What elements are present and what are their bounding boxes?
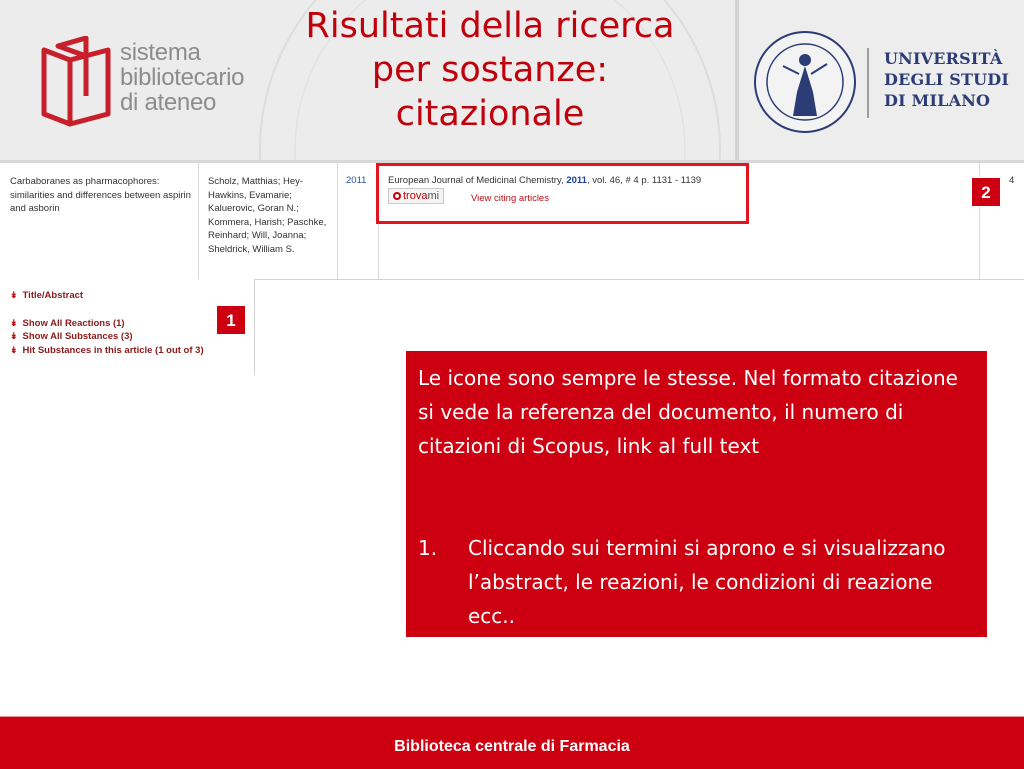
title-line-3: citazionale [395,94,585,134]
logo-line-2: bibliotecario [120,64,245,91]
link-label: Show All Substances (3) [22,331,133,342]
result-title[interactable]: Carbaboranes as pharmacophores: similari… [10,175,195,216]
link-label: Title/Abstract [22,290,84,301]
double-chevron-down-icon: ↡ [10,345,18,355]
link-show-all-substances[interactable]: ↡ Show All Substances (3) [10,331,133,342]
link-show-all-reactions[interactable]: ↡ Show All Reactions (1) [10,318,125,329]
double-chevron-down-icon: ↡ [10,290,18,300]
citation-highlight-box [376,163,749,224]
footer-text: Biblioteca centrale di Farmacia [394,738,630,755]
list-item-number: 1. [418,536,438,560]
slide-title: Risultati della ricerca per sostanze: ci… [258,4,722,136]
link-hit-substances[interactable]: ↡ Hit Substances in this article (1 out o… [10,345,204,356]
result-authors: Scholz, Matthias; Hey-Hawkins, Evamarie;… [208,176,327,255]
link-label: Show All Reactions (1) [22,318,125,329]
result-year: 2011 [346,175,367,186]
column-separator [198,163,199,279]
university-line-3: DI MILANO [884,91,991,110]
citation-count: 4 [1009,175,1015,186]
explanation-paragraph: Le icone sono sempre le stesse. Nel form… [418,366,958,458]
link-label: Hit Substances in this article (1 out of… [22,345,204,356]
title-line-2: per sostanze: [371,50,609,90]
callout-badge-2: 2 [971,177,1001,207]
university-logo-text: UNIVERSITÀ DEGLI STUDI DI MILANO [884,48,1009,111]
library-logo-text: sistema bibliotecario di ateneo [120,40,244,115]
list-item-text: Cliccando sui termini si aprono e si vis… [468,536,946,628]
column-separator [337,163,338,279]
title-line-1: Risultati della ricerca [305,6,675,46]
double-chevron-down-icon: ↡ [10,331,18,341]
university-seal-icon [754,31,856,133]
double-chevron-down-icon: ↡ [10,318,18,328]
university-line-2: DEGLI STUDI [884,70,1010,89]
link-title-abstract[interactable]: ↡ Title/Abstract [10,290,83,301]
library-logo-icon [41,36,111,127]
explanation-panel: Le icone sono sempre le stesse. Nel form… [406,351,987,637]
logo-line-1: sistema [120,39,201,66]
university-line-1: UNIVERSITÀ [884,49,1003,68]
callout-badge-1: 1 [216,305,246,335]
logo-line-3: di ateneo [120,89,217,116]
university-logo-divider [867,48,869,118]
